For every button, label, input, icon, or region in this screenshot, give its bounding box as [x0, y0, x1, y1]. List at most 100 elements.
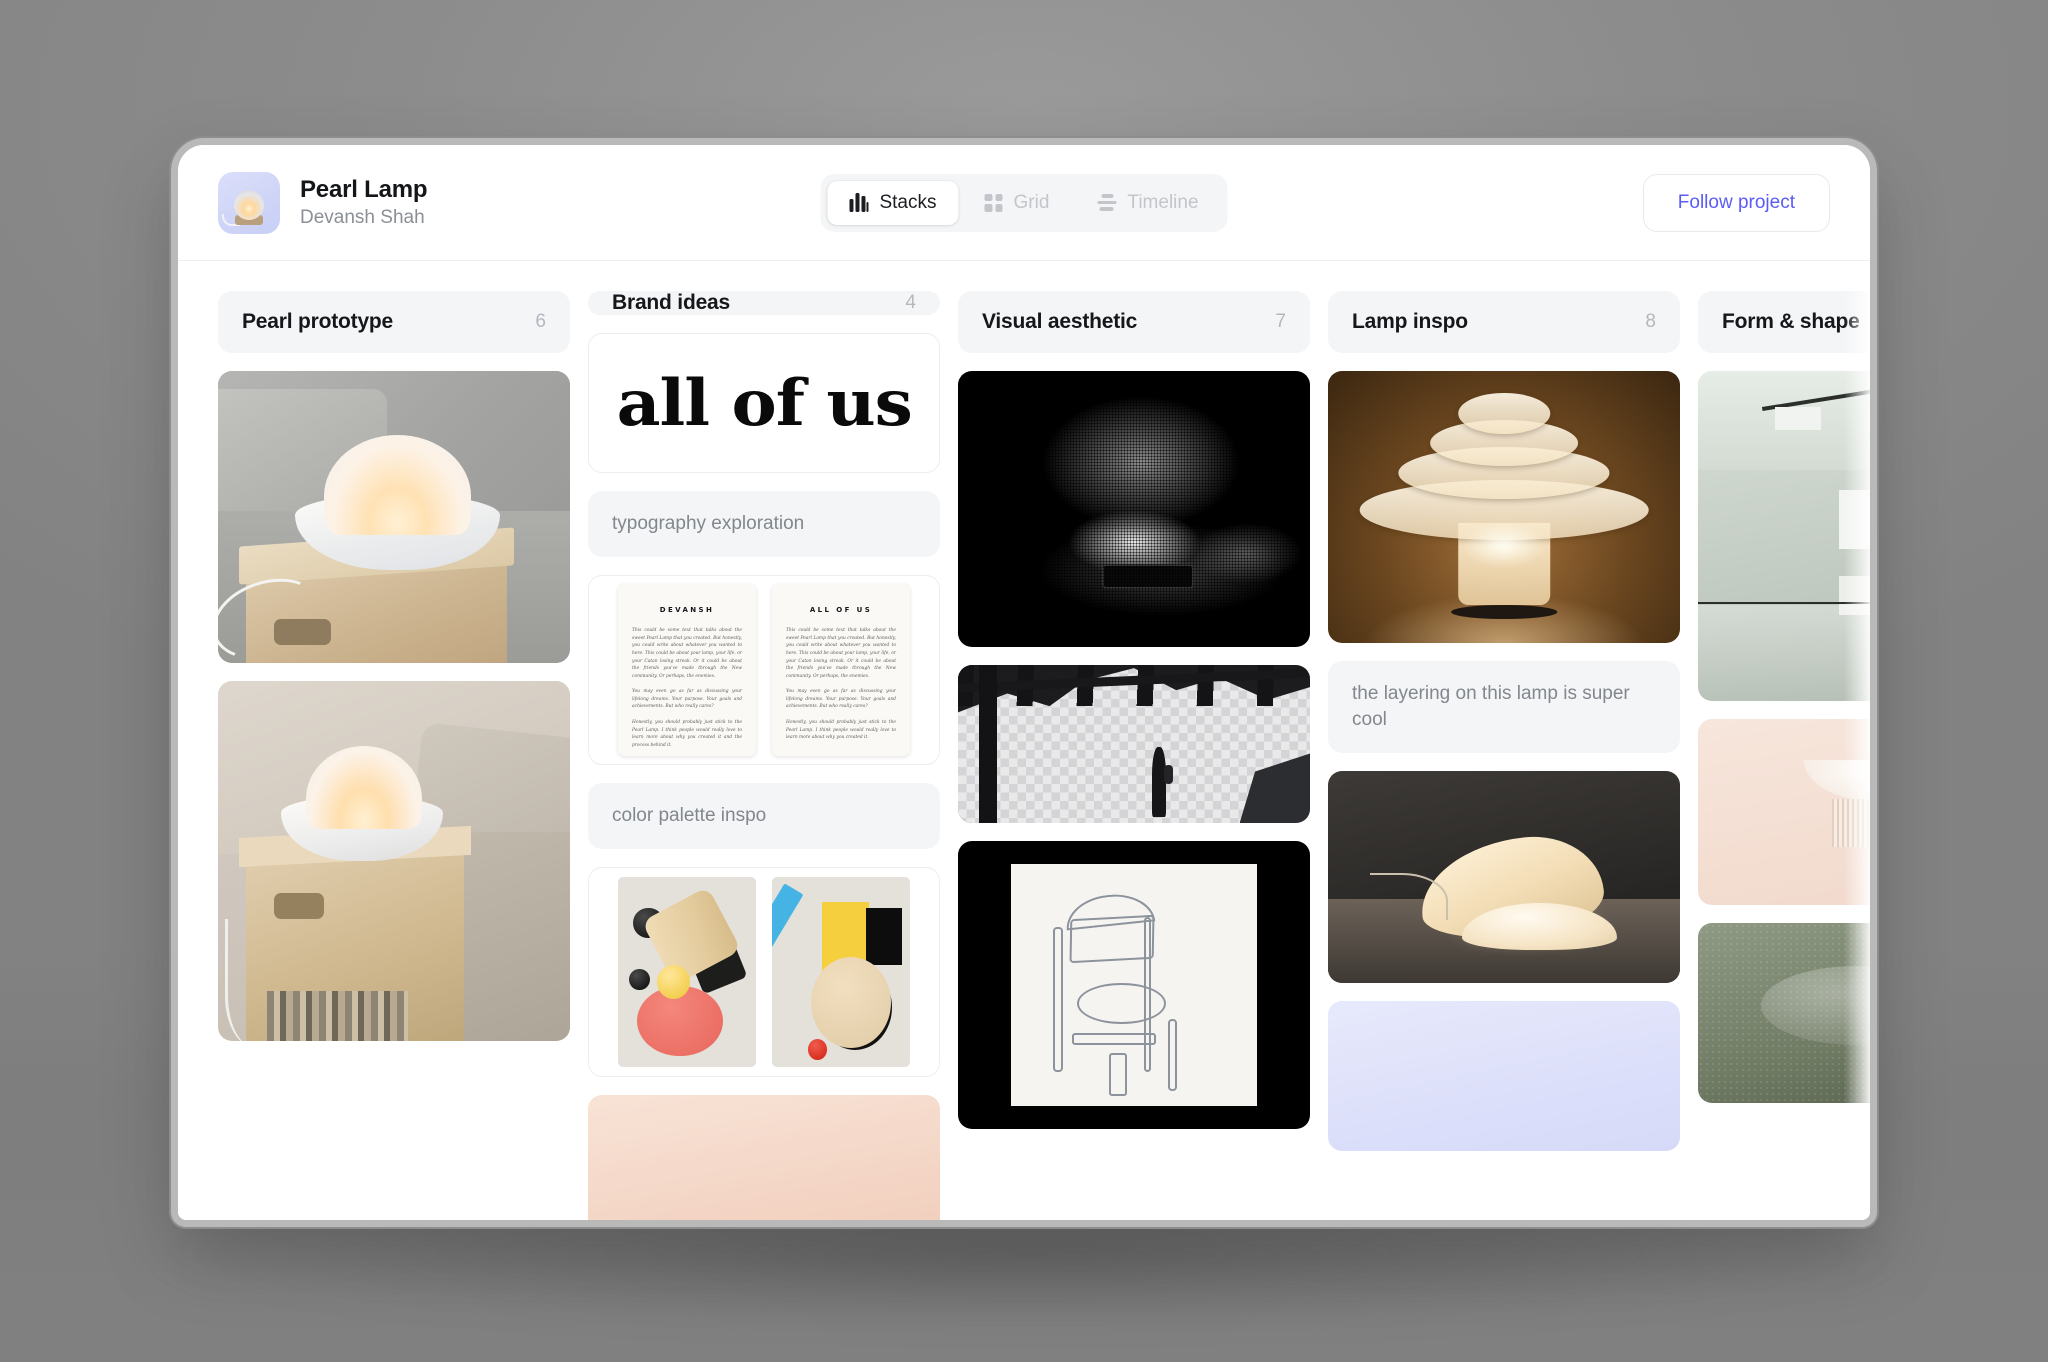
photo-detail [1803, 759, 1870, 801]
column-cards [218, 371, 570, 1041]
column-count: 7 [1275, 311, 1286, 332]
sketch-stroke [1077, 982, 1166, 1024]
column-count: 8 [1645, 311, 1656, 332]
sketch-paper [1010, 864, 1258, 1106]
letterhead-heading: DEVANSH [659, 606, 715, 615]
tab-grid[interactable]: Grid [963, 181, 1072, 225]
project-text: Pearl Lamp Devansh Shah [300, 176, 428, 229]
page-title: Pearl Lamp [300, 176, 428, 203]
avatar-pearl-detail [234, 189, 264, 220]
tab-grid-label: Grid [1013, 191, 1050, 213]
letterhead-paragraph: You may even go as far as discussing you… [632, 689, 742, 710]
card-image-curved-lamp[interactable] [1328, 771, 1680, 984]
photo-detail [225, 918, 302, 1041]
render-detail [810, 957, 891, 1049]
photo-detail [1451, 604, 1557, 619]
card-image-lavender-swatch[interactable] [1328, 1001, 1680, 1152]
card-image-green-study[interactable] [1698, 923, 1870, 1103]
card-image-pearl-lamp-crate[interactable] [218, 371, 570, 663]
app-header: Pearl Lamp Devansh Shah Stacks Grid Time… [178, 145, 1870, 261]
column-title: Lamp inspo [1352, 310, 1468, 333]
column-header[interactable]: Form & shape [1698, 291, 1870, 353]
column-cards: all of us typography exploration DEVANSH… [588, 333, 940, 1220]
color-study-right [772, 877, 910, 1068]
letterhead-heading: ALL OF US [809, 606, 873, 615]
card-note-layering-comment[interactable]: the layering on this lamp is super cool [1328, 661, 1680, 754]
column-form-and-shape: Form & shape [1698, 291, 1870, 1220]
photo-detail [1831, 798, 1870, 848]
column-lamp-inspo: Lamp inspo 8 the layering on this lamp i… [1328, 291, 1680, 1220]
sketch-stroke [1069, 915, 1155, 963]
photo-detail [1698, 602, 1870, 604]
card-image-chair-sketch[interactable] [958, 841, 1310, 1129]
photo-detail [274, 893, 324, 919]
photo-detail [979, 665, 997, 823]
render-detail [807, 1038, 828, 1060]
letterhead-paragraph: You may even go as far as discussing you… [786, 689, 896, 710]
column-title: Form & shape [1722, 310, 1860, 333]
column-header[interactable]: Brand ideas 4 [588, 291, 940, 315]
project-avatar [218, 171, 280, 234]
tab-timeline[interactable]: Timeline [1075, 181, 1220, 225]
app-window: Pearl Lamp Devansh Shah Stacks Grid Time… [178, 145, 1870, 1220]
card-image-studio-interior[interactable] [1698, 371, 1870, 701]
card-image-peach-swatch[interactable] [588, 1095, 940, 1220]
column-cards [958, 371, 1310, 1129]
letterhead-paragraph: This could be some text that talks about… [786, 628, 896, 679]
card-image-layered-glass-lamp[interactable] [1328, 371, 1680, 643]
project-identity: Pearl Lamp Devansh Shah [218, 171, 428, 234]
halftone-overlay [958, 371, 1310, 647]
render-detail [865, 907, 902, 965]
card-image-cube-installation[interactable] [958, 665, 1310, 823]
project-owner: Devansh Shah [300, 207, 425, 228]
card-image-letterheads[interactable]: DEVANSH This could be some text that tal… [588, 575, 940, 766]
column-count: 6 [535, 311, 546, 332]
color-study-left [618, 877, 756, 1068]
column-title: Pearl prototype [242, 310, 394, 333]
column-title: Brand ideas [612, 291, 731, 314]
timeline-icon [1097, 194, 1117, 211]
letterhead-paragraph: Honestly, you should probably just stick… [786, 720, 896, 741]
tab-stacks-label: Stacks [879, 191, 937, 213]
stacks-icon [849, 193, 869, 212]
letterhead-devansh: DEVANSH This could be some text that tal… [618, 584, 756, 757]
column-cards: the layering on this lamp is super cool [1328, 371, 1680, 1152]
card-image-wordmark[interactable]: all of us [588, 333, 940, 473]
letterhead-paragraph: Honestly, you should probably just stick… [632, 720, 742, 748]
letterhead-all-of-us: ALL OF US This could be some text that t… [772, 584, 910, 757]
photo-detail [1163, 764, 1173, 784]
column-title: Visual aesthetic [982, 310, 1138, 333]
grid-icon [984, 193, 1003, 212]
photo-detail [1838, 489, 1870, 550]
column-header[interactable]: Visual aesthetic 7 [958, 291, 1310, 353]
follow-project-button[interactable]: Follow project [1642, 173, 1830, 232]
sketch-stroke [1072, 1033, 1157, 1046]
column-count: 4 [905, 292, 916, 313]
photo-detail [1775, 407, 1822, 431]
render-detail [772, 883, 804, 1022]
card-image-dithered-hand[interactable] [958, 371, 1310, 647]
tab-timeline-label: Timeline [1127, 191, 1199, 213]
wordmark-text: all of us [616, 365, 912, 441]
card-note-typography[interactable]: typography exploration [588, 491, 940, 558]
card-image-pearl-lamp-stool[interactable] [218, 681, 570, 1041]
card-image-wall-sconce[interactable] [1698, 719, 1870, 905]
sketch-stroke [1052, 926, 1063, 1073]
photo-detail [1698, 923, 1870, 1103]
photo-detail [1461, 523, 1547, 567]
render-detail [656, 964, 690, 1000]
letterhead-paragraph: This could be some text that talks about… [632, 628, 742, 679]
column-visual-aesthetic: Visual aesthetic 7 [958, 291, 1310, 1220]
view-switcher[interactable]: Stacks Grid Timeline [820, 173, 1228, 232]
column-header[interactable]: Lamp inspo 8 [1328, 291, 1680, 353]
stacks-board[interactable]: Pearl prototype 6 Brand ideas 4 all of u… [178, 261, 1870, 1220]
card-note-color-palette[interactable]: color palette inspo [588, 783, 940, 850]
sketch-stroke [1168, 1018, 1177, 1092]
tab-stacks[interactable]: Stacks [827, 180, 959, 225]
render-detail [629, 968, 650, 990]
column-header[interactable]: Pearl prototype 6 [218, 291, 570, 353]
column-brand-ideas: Brand ideas 4 all of us typography explo… [588, 291, 940, 1220]
photo-detail [1698, 605, 1870, 701]
card-image-color-studies[interactable] [588, 867, 940, 1078]
sketch-stroke [1109, 1052, 1127, 1097]
